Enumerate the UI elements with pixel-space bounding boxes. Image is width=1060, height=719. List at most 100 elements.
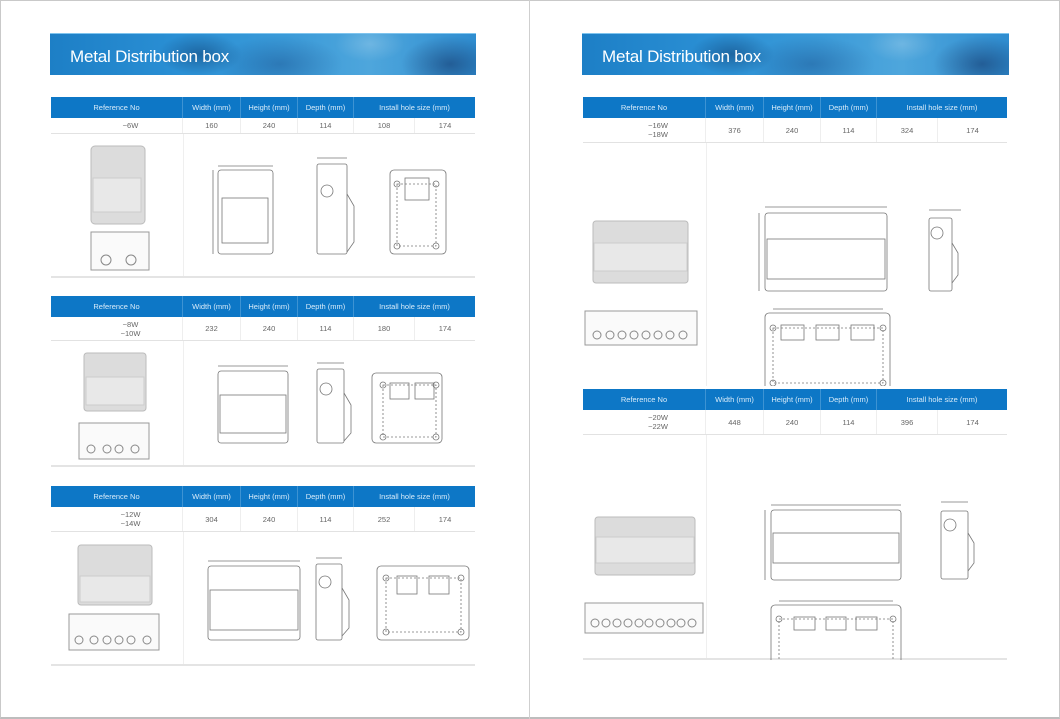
reference-value: ~6W	[122, 121, 139, 130]
height-value: 240	[241, 118, 298, 133]
header-width: Width (mm)	[183, 97, 241, 118]
side-drawing	[940, 501, 975, 580]
spec-table-16w-18w: Reference No Width (mm) Height (mm) Dept…	[583, 97, 1007, 386]
spec-header-row: Reference No Width (mm) Height (mm) Dept…	[583, 97, 1007, 118]
front-drawing	[212, 165, 274, 255]
reference-value: ~10W	[120, 328, 141, 338]
depth-value: 114	[298, 507, 354, 531]
product-photo	[584, 516, 704, 634]
side-drawing	[315, 557, 350, 641]
spec-header-row: Reference No Width (mm) Height (mm) Dept…	[583, 389, 1007, 410]
reference-value: ~20W	[648, 413, 668, 422]
product-illustration	[583, 143, 1007, 386]
width-value: 304	[183, 507, 241, 531]
height-value: 240	[241, 507, 298, 531]
hole-a-value: 396	[877, 410, 938, 434]
reference-cell: ~6W	[51, 118, 183, 133]
reference-cell: ~8W ~10W	[51, 317, 183, 340]
header-install-hole: Install hole size (mm)	[906, 395, 978, 404]
hole-a-value: 108	[354, 118, 415, 133]
back-drawing	[389, 169, 447, 255]
depth-value: 114	[821, 410, 877, 434]
header-depth: Depth (mm)	[298, 97, 354, 118]
header-install-hole: Install hole size (mm)	[906, 103, 978, 112]
spec-data-row: ~20W ~22W 448 240 114 396 174	[583, 410, 1007, 435]
spec-header-row: Reference No Width (mm) Height (mm) Dept…	[51, 486, 475, 507]
product-drawings	[78, 352, 443, 460]
height-value: 240	[764, 410, 821, 434]
product-photo	[78, 352, 150, 460]
product-drawings	[90, 145, 447, 271]
header-reference: Reference No	[51, 486, 183, 507]
side-drawing	[928, 209, 961, 292]
height-value: 240	[764, 118, 821, 142]
header-height: Height (mm)	[241, 486, 298, 507]
header-depth: Depth (mm)	[298, 296, 354, 317]
spec-data-row: ~12W ~14W 304 240 114 252 174	[51, 507, 475, 532]
spec-table-8w-10w: Reference No Width (mm) Height (mm) Dept…	[51, 296, 475, 467]
header-width: Width (mm)	[183, 296, 241, 317]
hole-b-value: 174	[438, 121, 452, 130]
reference-cell: ~12W ~14W	[51, 507, 183, 531]
spec-table-20w-22w: Reference No Width (mm) Height (mm) Dept…	[583, 389, 1007, 660]
header-width: Width (mm)	[706, 389, 764, 410]
depth-value: 114	[298, 118, 354, 133]
left-page: Metal Distribution box Reference No Widt…	[0, 0, 530, 719]
reference-value: ~22W	[648, 422, 668, 431]
product-photo	[90, 145, 150, 271]
product-drawings	[584, 501, 975, 660]
front-drawing	[207, 560, 301, 641]
side-drawing	[316, 362, 352, 444]
spec-header-row: Reference No Width (mm) Height (mm) Dept…	[51, 97, 475, 118]
hole-a-value: 180	[354, 317, 415, 340]
product-photo	[68, 544, 160, 651]
hole-a-value: 324	[877, 118, 938, 142]
product-illustration	[51, 134, 475, 278]
front-drawing	[217, 365, 289, 444]
depth-value: 114	[298, 317, 354, 340]
back-drawing	[371, 372, 443, 444]
product-illustration	[51, 532, 475, 666]
spec-table-6w: Reference No Width (mm) Height (mm) Dept…	[51, 97, 475, 278]
product-illustration	[51, 341, 475, 467]
back-drawing	[770, 600, 902, 660]
reference-cell: ~20W ~22W	[583, 410, 706, 434]
front-drawing	[758, 206, 888, 292]
header-width: Width (mm)	[706, 97, 764, 118]
back-drawing	[376, 565, 470, 641]
banner-title: Metal Distribution box	[70, 47, 230, 66]
header-install-hole: Install hole size (mm)	[379, 302, 450, 311]
width-value: 448	[706, 410, 764, 434]
header-depth: Depth (mm)	[821, 389, 877, 410]
header-depth: Depth (mm)	[298, 486, 354, 507]
product-drawings	[68, 544, 470, 651]
side-drawing	[316, 157, 355, 255]
hole-b-value: 174	[966, 417, 979, 427]
product-illustration	[583, 435, 1007, 660]
header-height: Height (mm)	[241, 97, 298, 118]
hole-b-value: 174	[966, 125, 979, 135]
header-height: Height (mm)	[241, 296, 298, 317]
header-reference: Reference No	[583, 389, 706, 410]
header-height: Height (mm)	[764, 389, 821, 410]
reference-value: ~12W	[120, 510, 141, 519]
width-value: 160	[183, 118, 241, 133]
spec-data-row: ~8W ~10W 232 240 114 180 174	[51, 317, 475, 341]
header-reference: Reference No	[51, 296, 183, 317]
header-width: Width (mm)	[183, 486, 241, 507]
height-value: 240	[241, 317, 298, 340]
reference-value: ~16W	[648, 121, 668, 130]
header-height: Height (mm)	[764, 97, 821, 118]
hole-a-value: 252	[354, 507, 415, 531]
spec-data-row: ~16W ~18W 376 240 114 324 174	[583, 118, 1007, 143]
front-drawing	[764, 504, 902, 581]
hole-b-value: 174	[438, 324, 452, 333]
width-value: 376	[706, 118, 764, 142]
depth-value: 114	[821, 118, 877, 142]
reference-value: ~8W	[122, 319, 139, 329]
right-page: Metal Distribution box Reference No Widt…	[530, 0, 1060, 719]
width-value: 232	[183, 317, 241, 340]
header-reference: Reference No	[51, 97, 183, 118]
section-banner: Metal Distribution box	[50, 33, 476, 75]
spec-table-12w-14w: Reference No Width (mm) Height (mm) Dept…	[51, 486, 475, 666]
